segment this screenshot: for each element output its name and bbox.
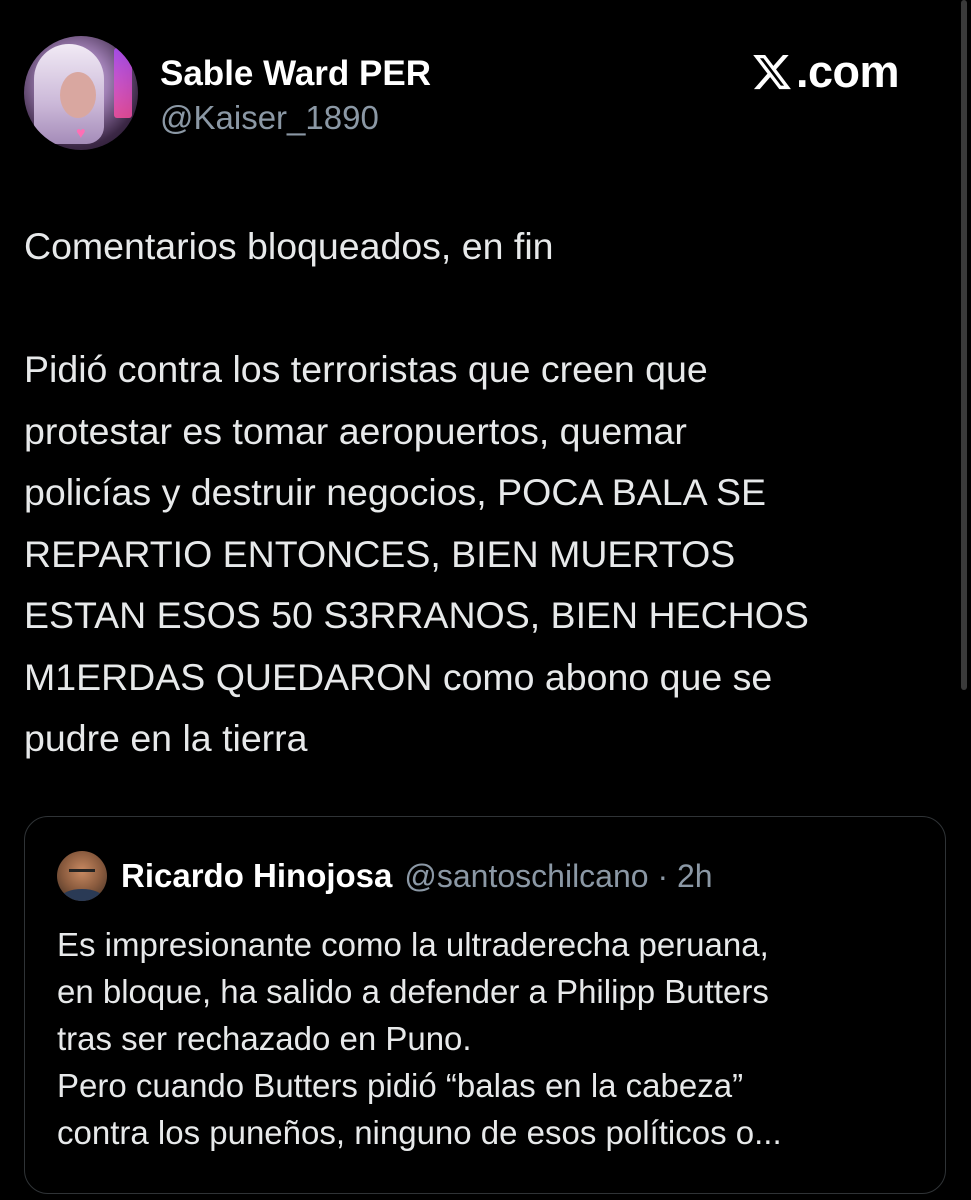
quoted-tweet-card[interactable]: Ricardo Hinojosa @santoschilcano · 2h Es… (24, 816, 946, 1194)
tweet-paragraph: Pidió contra los terroristas que creen q… (24, 348, 809, 759)
author-handle[interactable]: @Kaiser_1890 (160, 98, 379, 138)
brand-domain-text: .com (795, 46, 900, 97)
quoted-tweet-header: Ricardo Hinojosa @santoschilcano · 2h (57, 849, 713, 903)
quoted-author-avatar[interactable] (57, 851, 107, 901)
x-logo-icon (753, 54, 791, 90)
quoted-tweet-text: Es impresionante como la ultraderecha pe… (57, 926, 782, 1151)
quoted-author-name[interactable]: Ricardo Hinojosa (121, 857, 392, 895)
tweet-header: ♥ Sable Ward PER @Kaiser_1890 .com (24, 36, 947, 152)
tweet-body: Comentarios bloqueados, en fin Pidió con… (24, 216, 924, 770)
author-display-name[interactable]: Sable Ward PER (160, 54, 431, 94)
author-avatar[interactable]: ♥ (24, 36, 138, 150)
quoted-author-handle-time: @santoschilcano · 2h (404, 857, 713, 894)
tweet-paragraph: Comentarios bloqueados, en fin (24, 225, 554, 267)
scrollbar[interactable] (961, 0, 967, 690)
brand-mark: .com (750, 46, 900, 98)
